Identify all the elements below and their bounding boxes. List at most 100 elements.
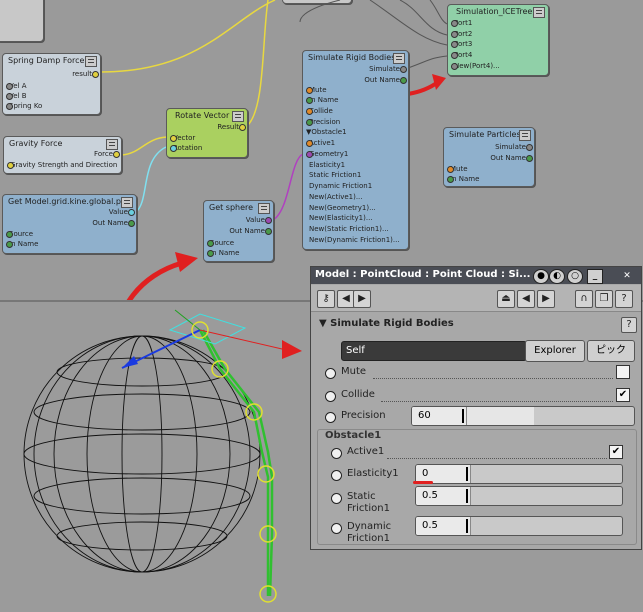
dynamic-friction1-slider[interactable]: 0.5 (415, 516, 623, 536)
port-in-name[interactable]: In Name (447, 175, 479, 183)
port-dot-icon[interactable] (6, 241, 13, 248)
port-mute[interactable]: Mute (306, 86, 327, 94)
port-vel-a[interactable]: Vel A (6, 82, 27, 90)
slider-handle[interactable] (462, 409, 464, 423)
node-menu-icon[interactable] (393, 53, 405, 64)
port-dot-icon[interactable] (306, 140, 313, 147)
arrow-right-icon[interactable]: ▶ (353, 290, 371, 308)
node-menu-icon[interactable] (533, 7, 545, 18)
port-dot-icon[interactable] (451, 63, 458, 70)
port-new-active1[interactable]: New(Active1)... (309, 193, 363, 201)
port-dot-icon[interactable] (306, 119, 313, 126)
copy-icon[interactable]: ❐ (595, 290, 613, 308)
port-precision[interactable]: Precision (306, 118, 340, 126)
minimize-icon[interactable]: _ (587, 269, 603, 284)
port-dynamic-friction1[interactable]: Dynamic Friction1 (309, 182, 372, 190)
section-help-icon[interactable]: ? (621, 317, 637, 333)
pick-button[interactable]: ピック (587, 340, 635, 362)
port-active1[interactable]: Active1 (306, 139, 335, 147)
animation-dot-icon[interactable] (325, 368, 336, 379)
help-circle-icon[interactable]: ○ (567, 269, 583, 284)
port-vector[interactable]: Vector (170, 134, 195, 142)
port-out-name[interactable]: Out Name (92, 219, 135, 227)
node-simulate-rigid-bodies[interactable]: Simulate Rigid Bodies Simulate Out Name … (302, 50, 409, 250)
port-in-name[interactable]: In Name (6, 240, 38, 248)
port-dot-icon[interactable] (207, 240, 214, 247)
port-dot-icon[interactable] (451, 31, 458, 38)
port-dot-icon[interactable] (6, 83, 13, 90)
port-dot-icon[interactable] (400, 66, 407, 73)
port-dot-icon[interactable] (526, 155, 533, 162)
port-value[interactable]: Value (109, 208, 135, 216)
port-out-name[interactable]: Out Name (229, 227, 272, 235)
port-dot-icon[interactable] (306, 97, 313, 104)
precision-slider[interactable]: 60 (411, 406, 635, 426)
port-collide[interactable]: Collide (306, 107, 333, 115)
port-result[interactable]: result (72, 70, 99, 78)
node-menu-icon[interactable] (106, 139, 118, 150)
port-mute[interactable]: Mute (447, 165, 468, 173)
forward-arrow-icon[interactable]: ▶ (537, 290, 555, 308)
node-simulate-particles[interactable]: Simulate Particles Simulate Out Name Mut… (443, 127, 535, 187)
port-result[interactable]: Result (217, 123, 246, 131)
port-in-name[interactable]: In Name (207, 249, 239, 257)
panel-title-bar[interactable]: Model : PointCloud : Point Cloud : Si...… (311, 267, 641, 284)
eject-icon[interactable]: ⏏ (497, 290, 515, 308)
port-dot-icon[interactable] (265, 228, 272, 235)
static-friction1-slider[interactable]: 0.5 (415, 486, 623, 506)
sphere-icon[interactable]: ● (533, 269, 549, 284)
node-menu-icon[interactable] (121, 197, 133, 208)
port-new-geometry1[interactable]: New(Geometry1)... (309, 204, 376, 212)
node-simulation-icetree[interactable]: Simulation_ICETree Port1 Port2 Port3 Por… (447, 4, 549, 76)
active1-checkbox[interactable]: ✔ (609, 445, 623, 459)
port-rotation[interactable]: Rotation (170, 144, 202, 152)
port-dot-icon[interactable] (92, 71, 99, 78)
port-new-dynamic-friction1[interactable]: New(Dynamic Friction1)... (309, 236, 400, 244)
explorer-button[interactable]: Explorer (525, 340, 585, 362)
port-port1[interactable]: Port1 (451, 19, 472, 27)
node-spring-damp-force[interactable]: Spring Damp Force result Vel A Vel B Spr… (2, 53, 101, 115)
port-group-obstacle[interactable]: ▼Obstacle1 (306, 128, 347, 136)
port-out-name[interactable]: Out Name (364, 76, 407, 84)
port-new-elasticity1[interactable]: New(Elasticity1)... (309, 214, 373, 222)
port-gravity-strength[interactable]: Gravity Strength and Direction (7, 161, 117, 169)
dynamic-friction1-value[interactable]: 0.5 (416, 517, 471, 535)
port-out-name[interactable]: Out Name (490, 154, 533, 162)
port-dot-icon[interactable] (526, 144, 533, 151)
port-dot-icon[interactable] (6, 93, 13, 100)
port-new-port4[interactable]: New(Port4)... (451, 62, 500, 70)
node-rotate-vector[interactable]: Rotate Vector Result Vector Rotation (166, 108, 248, 158)
port-simulate[interactable]: Simulate (369, 65, 407, 73)
node-get-model-pos[interactable]: Get Model.grid.kine.global.pos Value Out… (2, 194, 137, 254)
self-field[interactable]: Self (341, 341, 527, 361)
property-panel[interactable]: Model : PointCloud : Point Cloud : Si...… (310, 266, 642, 550)
port-dot-icon[interactable] (306, 108, 313, 115)
port-source[interactable]: Source (207, 239, 234, 247)
node-gravity-force[interactable]: Gravity Force Force Gravity Strength and… (3, 136, 122, 174)
port-dot-icon[interactable] (306, 151, 313, 158)
slider-handle[interactable] (466, 467, 468, 481)
slider-handle[interactable] (466, 489, 468, 503)
port-dot-icon[interactable] (6, 231, 13, 238)
animation-dot-icon[interactable] (331, 448, 342, 459)
port-vel-b[interactable]: Vel B (6, 92, 27, 100)
port-dot-icon[interactable] (7, 162, 14, 169)
sphere-alt-icon[interactable]: ◐ (549, 269, 565, 284)
static-friction1-value[interactable]: 0.5 (416, 487, 471, 505)
port-spring-ko[interactable]: Spring Ko (6, 102, 42, 110)
port-dot-icon[interactable] (113, 151, 120, 158)
animation-dot-icon[interactable] (331, 523, 342, 534)
port-dot-icon[interactable] (170, 135, 177, 142)
port-source[interactable]: Source (6, 230, 33, 238)
port-port2[interactable]: Port2 (451, 30, 472, 38)
lock-icon[interactable]: ∩ (575, 290, 593, 308)
node-menu-icon[interactable] (519, 130, 531, 141)
port-dot-icon[interactable] (265, 217, 272, 224)
animation-dot-icon[interactable] (325, 391, 336, 402)
key-icon[interactable]: ⚷ (317, 290, 335, 308)
port-dot-icon[interactable] (128, 209, 135, 216)
port-in-name[interactable]: In Name (306, 96, 338, 104)
node-menu-icon[interactable] (85, 56, 97, 67)
port-dot-icon[interactable] (128, 220, 135, 227)
port-force[interactable]: Force (94, 150, 120, 158)
